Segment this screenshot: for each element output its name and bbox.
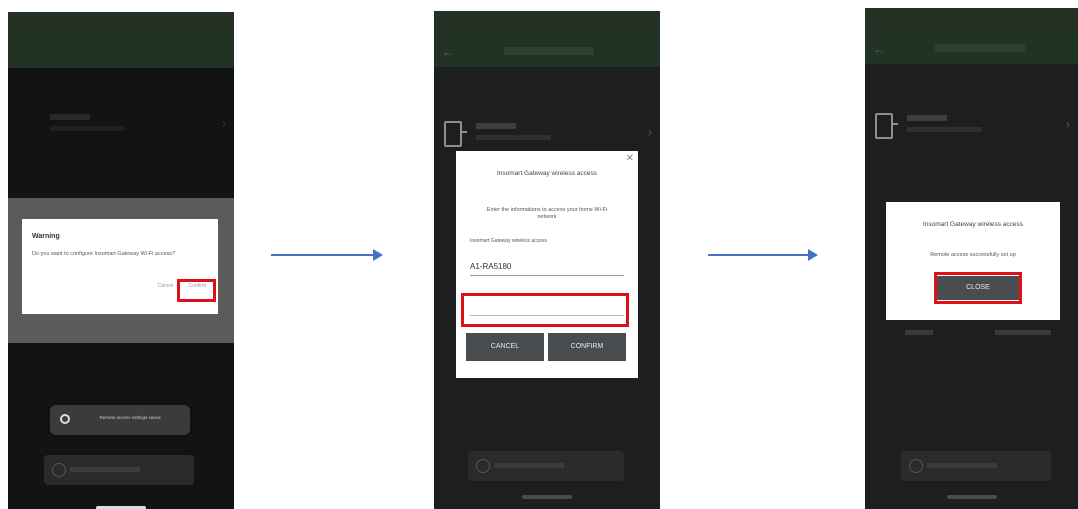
device-subtitle-line <box>476 135 551 140</box>
phone-screen-3: ← › Insomart Gateway wireless access Rem… <box>865 8 1078 509</box>
dialog-title: Warning <box>32 233 60 240</box>
chevron-right-icon: › <box>1066 117 1070 131</box>
phone-screen-2: ← › ✕ Insomart Gateway wireless access E… <box>434 11 660 509</box>
flow-arrow-2 <box>708 249 818 261</box>
warning-dialog: Warning Do you want to configure Insomar… <box>22 219 218 314</box>
add-device-button[interactable] <box>44 455 194 485</box>
highlight-box <box>934 272 1022 304</box>
app-bar <box>8 38 234 68</box>
plus-icon <box>909 459 923 473</box>
home-indicator <box>947 495 997 499</box>
app-bar-title <box>935 44 1025 52</box>
app-bar: ← <box>434 37 660 67</box>
chevron-right-icon: › <box>648 125 652 139</box>
device-row[interactable]: › <box>865 103 1078 163</box>
network-name-field[interactable]: A1-RA5180 <box>470 262 511 271</box>
dialog-title: Insomart Gateway wireless access <box>922 221 1024 228</box>
success-dialog: Insomart Gateway wireless access Remote … <box>886 202 1060 320</box>
back-arrow-icon[interactable]: ← <box>442 45 454 59</box>
highlight-box <box>461 293 629 327</box>
close-icon[interactable]: ✕ <box>626 153 634 164</box>
back-arrow-icon[interactable]: ← <box>873 42 885 56</box>
add-device-label <box>927 463 997 468</box>
status-bar <box>434 11 660 37</box>
add-device-button[interactable] <box>468 451 624 481</box>
phone-screen-1: › Warning Do you want to configure Insom… <box>8 12 234 509</box>
device-name-line <box>476 123 516 129</box>
device-subtitle-line <box>907 127 982 132</box>
dialog-message: Do you want to configure Insomart Gatewa… <box>32 251 176 257</box>
flow-arrow-1 <box>271 249 383 261</box>
wireless-tab[interactable] <box>995 330 1051 335</box>
gateway-device-icon <box>875 113 898 139</box>
field-label: Insomart Gateway wireless access <box>470 238 547 244</box>
remote-access-label: Remote access settings saved <box>99 415 161 420</box>
status-bar <box>8 12 234 38</box>
cancel-button[interactable]: CANCEL <box>466 333 544 361</box>
success-message: Remote access successfully set up <box>930 252 1016 258</box>
highlight-box <box>177 279 216 302</box>
app-bar: ← <box>865 34 1078 64</box>
device-name-line <box>907 115 947 121</box>
status-bar <box>865 8 1078 34</box>
wifi-config-dialog: ✕ Insomart Gateway wireless access Enter… <box>456 151 638 378</box>
plus-icon <box>476 459 490 473</box>
dialog-title: Insomart Gateway wireless access <box>496 170 598 177</box>
add-device-button[interactable] <box>901 451 1051 481</box>
add-device-label <box>70 467 140 472</box>
remote-access-button[interactable]: Remote access settings saved <box>50 405 190 435</box>
field-underline <box>470 275 624 276</box>
confirm-button[interactable]: CONFIRM <box>548 333 626 361</box>
app-bar-title <box>504 47 594 55</box>
add-device-label <box>494 463 564 468</box>
check-icon <box>60 414 70 424</box>
plus-icon <box>52 463 66 477</box>
cancel-button[interactable]: Cancel <box>158 283 174 289</box>
dialog-instruction: Enter the informations to access your ho… <box>486 207 608 220</box>
settings-tab[interactable] <box>905 330 933 335</box>
home-indicator <box>522 495 572 499</box>
gateway-device-icon <box>444 121 467 147</box>
